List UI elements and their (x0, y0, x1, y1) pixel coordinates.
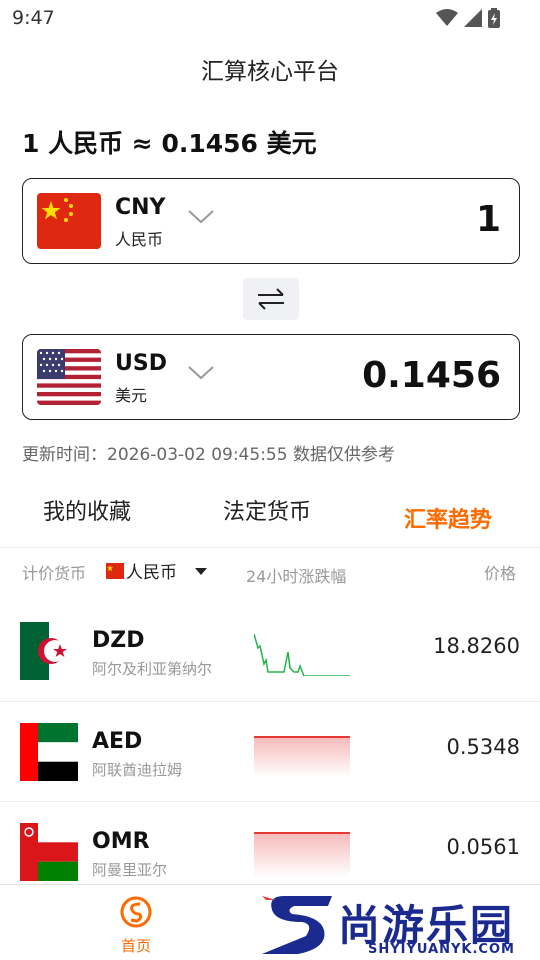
ae-flag-icon (20, 723, 78, 781)
om-flag-icon (20, 823, 78, 881)
cn-flag-icon (37, 193, 101, 249)
currency-price: 18.8260 (433, 634, 520, 658)
status-icons (436, 8, 500, 28)
update-time: 更新时间：2026-03-02 09:45:55 数据仅供参考 (22, 445, 395, 465)
currency-price: 0.0561 (446, 835, 520, 859)
currency-name: 阿尔及利亚第纳尔 (92, 660, 213, 678)
base-currency-value: 人民币 (126, 563, 177, 583)
home-icon (120, 896, 152, 928)
status-time: 9:47 (12, 7, 55, 29)
chevron-down-icon[interactable] (187, 209, 215, 225)
dz-flag-icon (20, 622, 78, 680)
currency-price: 0.5348 (446, 735, 520, 759)
swap-button[interactable] (243, 278, 299, 320)
rate-summary: 1 人民币 ≈ 0.1456 美元 (22, 129, 317, 158)
list-item[interactable]: AED 阿联酋迪拉姆 0.5348 (0, 701, 540, 801)
change-label: 24小时涨跌幅 (246, 567, 347, 586)
chevron-down-icon[interactable] (187, 365, 215, 381)
watermark-logo: 尚游乐园 SHYIYUANYK.COM (262, 892, 540, 958)
to-amount-value: 0.1456 (362, 355, 501, 396)
wifi-icon (436, 9, 458, 26)
list-item[interactable]: DZD 阿尔及利亚第纳尔 18.8260 (0, 600, 540, 700)
battery-icon (488, 8, 500, 28)
sparkline-chart (254, 832, 350, 877)
page-title: 汇算核心平台 (201, 59, 339, 85)
watermark-s-icon (262, 896, 332, 954)
tab-favorites[interactable]: 我的收藏 (43, 494, 131, 526)
caret-down-icon (195, 567, 207, 575)
status-bar: 9:47 (0, 0, 540, 36)
to-currency-name: 美元 (115, 386, 148, 405)
currency-name: 阿联酋迪拉姆 (92, 761, 183, 779)
price-label: 价格 (483, 564, 516, 583)
nav-home[interactable]: 首页 (110, 895, 162, 956)
swap-icon (258, 288, 284, 310)
base-currency-select[interactable]: 人民币 (106, 558, 209, 583)
us-flag-icon (37, 349, 101, 405)
watermark-sub: SHYIYUANYK.COM (368, 942, 515, 957)
from-amount-input[interactable]: 1 (476, 199, 501, 240)
currency-code: OMR (92, 829, 150, 854)
sparkline-chart (254, 736, 350, 777)
to-currency-code: USD (115, 351, 167, 376)
sparkline-chart (254, 633, 350, 676)
divider (0, 547, 540, 548)
signal-icon (464, 9, 482, 27)
base-currency-label: 计价货币 (22, 564, 87, 583)
currency-code: DZD (92, 628, 145, 653)
cn-flag-icon (106, 562, 124, 579)
from-currency-name: 人民币 (115, 230, 164, 249)
currency-code: AED (92, 729, 143, 754)
currency-name: 阿曼里亚尔 (92, 861, 168, 879)
nav-home-label: 首页 (120, 937, 151, 955)
to-currency-card[interactable]: USD 美元 0.1456 (22, 334, 520, 420)
from-currency-code: CNY (115, 195, 166, 220)
from-currency-card[interactable]: CNY 人民币 1 (22, 178, 520, 264)
tab-rate-trend[interactable]: 汇率趋势 (404, 502, 492, 534)
tab-fiat-currency[interactable]: 法定货币 (223, 494, 311, 526)
